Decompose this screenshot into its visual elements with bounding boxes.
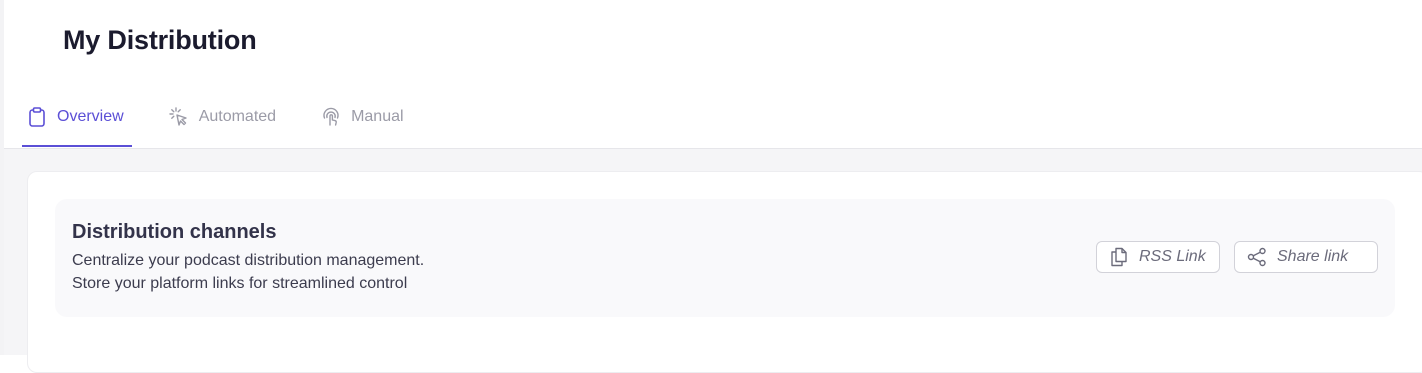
- copy-icon: [1109, 247, 1129, 267]
- touch-pointer-icon: [320, 106, 342, 128]
- share-icon: [1247, 247, 1267, 267]
- tab-manual[interactable]: Manual: [316, 98, 407, 136]
- page-header: My Distribution Overview Automated Manua…: [4, 0, 1422, 149]
- card-title: Distribution channels: [72, 221, 277, 243]
- cursor-click-icon: [168, 106, 190, 128]
- share-link-label: Share link: [1277, 248, 1349, 265]
- page-title: My Distribution: [63, 25, 257, 55]
- overview-panel: Distribution channels Centralize your po…: [27, 171, 1422, 373]
- share-link-button[interactable]: Share link: [1234, 241, 1378, 273]
- card-description-line-2: Store your platform links for streamline…: [72, 275, 408, 292]
- clipboard-icon: [26, 106, 48, 128]
- card-description: Centralize your podcast distribution man…: [72, 249, 424, 295]
- rss-link-label: RSS Link: [1139, 248, 1206, 265]
- tab-automated[interactable]: Automated: [164, 98, 280, 136]
- card-description-line-1: Centralize your podcast distribution man…: [72, 252, 425, 269]
- tab-bar: Overview Automated Manual: [22, 98, 444, 148]
- tab-automated-label: Automated: [198, 108, 277, 125]
- tab-manual-label: Manual: [351, 108, 404, 125]
- tab-overview-label: Overview: [57, 108, 124, 125]
- tab-overview[interactable]: Overview: [22, 98, 132, 147]
- main-content: Distribution channels Centralize your po…: [4, 149, 1422, 373]
- rss-link-button[interactable]: RSS Link: [1096, 241, 1220, 273]
- distribution-channels-card: Distribution channels Centralize your po…: [55, 199, 1395, 317]
